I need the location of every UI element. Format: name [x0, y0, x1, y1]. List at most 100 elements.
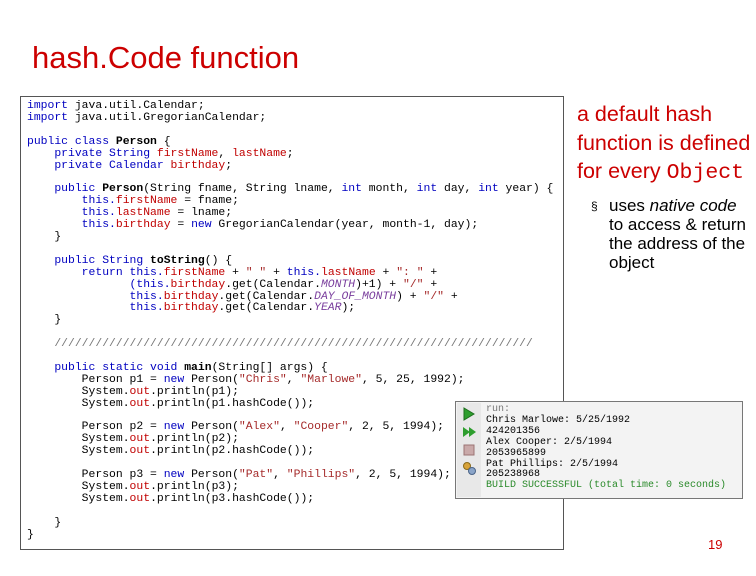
code-token: out — [129, 481, 151, 493]
code-token: = — [170, 219, 192, 232]
code-token: )+1) + — [355, 278, 403, 291]
code-token: { — [156, 135, 171, 148]
code-token: birthday — [170, 278, 226, 291]
console-line: Alex Cooper: 2/5/1994 — [486, 436, 613, 448]
code-token: public static void — [27, 361, 185, 374]
code-token: Person — [115, 135, 157, 148]
code-token: + — [444, 290, 458, 303]
code-token: + — [266, 266, 287, 279]
code-token: Person( — [184, 421, 239, 434]
code-token: "Phillips" — [286, 469, 356, 482]
page-number: 19 — [708, 537, 723, 552]
code-token: java.util.Calendar; — [68, 100, 205, 112]
slide-title: hash.Code function — [32, 40, 300, 75]
code-token: birthday — [170, 159, 226, 172]
code-token: int — [341, 183, 362, 196]
code-token: .get(Calendar. — [218, 302, 315, 315]
code-token: this. — [286, 266, 321, 279]
code-token: ); — [341, 302, 356, 315]
code-token: .println(p2.hashCode()); — [150, 445, 315, 458]
code-token: = lname; — [170, 207, 233, 220]
console-line: BUILD SUCCESSFUL (total time: 0 seconds) — [486, 480, 727, 492]
code-token: int — [478, 183, 499, 196]
code-token: public String — [27, 254, 151, 267]
code-token: + — [375, 266, 397, 279]
code-token: lastName — [232, 147, 287, 160]
code-token: ; — [286, 147, 294, 160]
code-token: out — [129, 433, 151, 446]
main-bullet-code: Object — [666, 161, 745, 185]
code-token: .println(p1.hashCode()); — [150, 397, 315, 410]
code-token: .println(p1); — [150, 385, 239, 398]
code-token: new — [163, 469, 185, 482]
code-token: System. — [27, 385, 130, 398]
bullet-list: a default hash function is defined for e… — [577, 100, 752, 273]
code-token: , 2, 5, 1994); — [348, 421, 444, 434]
code-token: , — [279, 421, 294, 434]
output-console-panel: run: Chris Marlowe: 5/25/1992 424201356 Ale… — [455, 401, 743, 499]
code-token: + — [423, 278, 438, 291]
stop-icon[interactable] — [461, 442, 477, 458]
code-token: public — [27, 183, 103, 196]
code-token: "/" — [402, 278, 424, 291]
code-token: , — [273, 469, 287, 482]
code-token: import — [27, 100, 69, 112]
code-token: year) { — [498, 183, 554, 196]
console-output: run: Chris Marlowe: 5/25/1992 424201356 Ale… — [486, 404, 727, 492]
code-token: birthday — [163, 302, 219, 315]
code-token: "Marlowe" — [300, 373, 362, 386]
code-token: int — [416, 183, 438, 196]
code-token: birthday — [163, 290, 219, 303]
code-token: Person p2 = — [27, 421, 164, 434]
main-bullet: a default hash function is defined for e… — [577, 100, 752, 188]
code-token: "Chris" — [238, 373, 287, 386]
code-token: , 5, 25, 1992); — [361, 373, 465, 386]
code-token: DAY_OF_MONTH — [314, 290, 397, 303]
code-token: Person p3 = — [27, 469, 164, 482]
rerun-icon[interactable] — [461, 424, 477, 440]
settings-icon[interactable] — [461, 460, 477, 476]
code-token: firstName — [156, 147, 219, 160]
code-token: return this. — [27, 266, 164, 279]
code-token: } — [27, 528, 34, 541]
code-token: " " — [245, 266, 267, 279]
code-token: .println(p3.hashCode()); — [150, 492, 315, 505]
code-token: GregorianCalendar(year, month-1, day); — [211, 219, 479, 232]
code-token: new — [163, 373, 185, 386]
code-token: this. — [27, 195, 116, 208]
sub-bullet-text-rest: to access & return the address of the ob… — [609, 214, 747, 273]
code-token: .get(Calendar. — [218, 290, 315, 303]
run-icon[interactable] — [461, 406, 477, 422]
code-token: System. — [27, 492, 130, 505]
sub-bullet-emphasis: native code — [649, 195, 737, 215]
code-token: new — [191, 219, 212, 232]
code-token: ; — [225, 159, 233, 172]
code-token: , 2, 5, 1994); — [355, 469, 451, 482]
console-line: 2053965899 — [486, 447, 547, 459]
code-token: public class — [27, 135, 110, 148]
code-token: birthday — [115, 219, 171, 232]
code-token: .println(p3); — [150, 481, 239, 493]
code-token: (String[] args) { — [211, 361, 328, 374]
code-token: } — [27, 516, 62, 529]
bullet-marker-icon: § — [591, 198, 598, 213]
sub-bullet-text: uses — [609, 195, 650, 215]
code-token: (String fname, String lname, — [143, 183, 342, 196]
code-token: "/" — [423, 290, 444, 303]
code-token: YEAR — [314, 302, 342, 315]
code-token: this. — [27, 207, 116, 220]
output-toolbar — [457, 403, 481, 497]
code-token: ) + — [396, 290, 424, 303]
code-token: Person( — [184, 469, 239, 482]
code-token: firstName — [163, 266, 226, 279]
code-token: , — [218, 147, 233, 160]
code-token: day, — [437, 183, 479, 196]
code-token: System. — [27, 445, 130, 458]
code-token: "Alex" — [238, 421, 280, 434]
code-token: = fname; — [177, 195, 239, 208]
code-token: ////////////////////////////////////////… — [27, 338, 533, 351]
code-token: , — [286, 373, 301, 386]
code-token: } — [27, 314, 62, 327]
code-token: out — [129, 385, 151, 398]
code-token: toString — [150, 254, 205, 267]
